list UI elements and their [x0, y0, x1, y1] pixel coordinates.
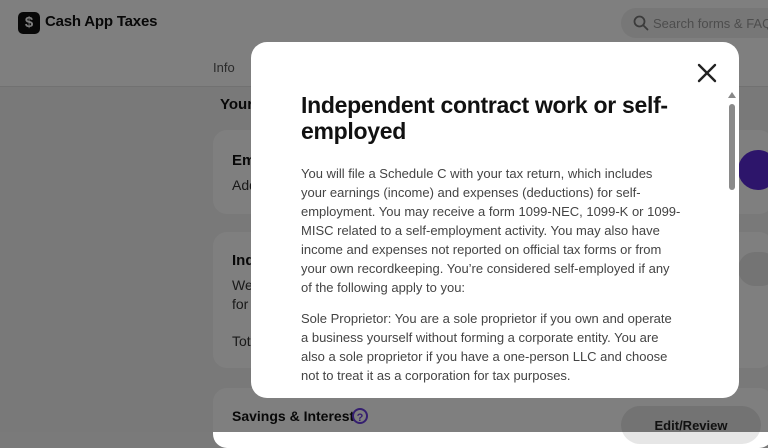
scrollbar-thumb[interactable] — [729, 104, 735, 190]
modal-body: Independent contract work or self-employ… — [301, 92, 681, 397]
modal-scrollbar[interactable] — [728, 92, 736, 392]
scroll-up-arrow-icon[interactable] — [728, 92, 736, 98]
modal-paragraph: You will file a Schedule C with your tax… — [301, 166, 681, 295]
info-modal: Independent contract work or self-employ… — [251, 42, 739, 398]
modal-title: Independent contract work or self-employ… — [301, 92, 668, 144]
close-icon[interactable] — [696, 62, 718, 84]
modal-paragraph: Sole Proprietor: You are a sole propriet… — [301, 311, 672, 383]
